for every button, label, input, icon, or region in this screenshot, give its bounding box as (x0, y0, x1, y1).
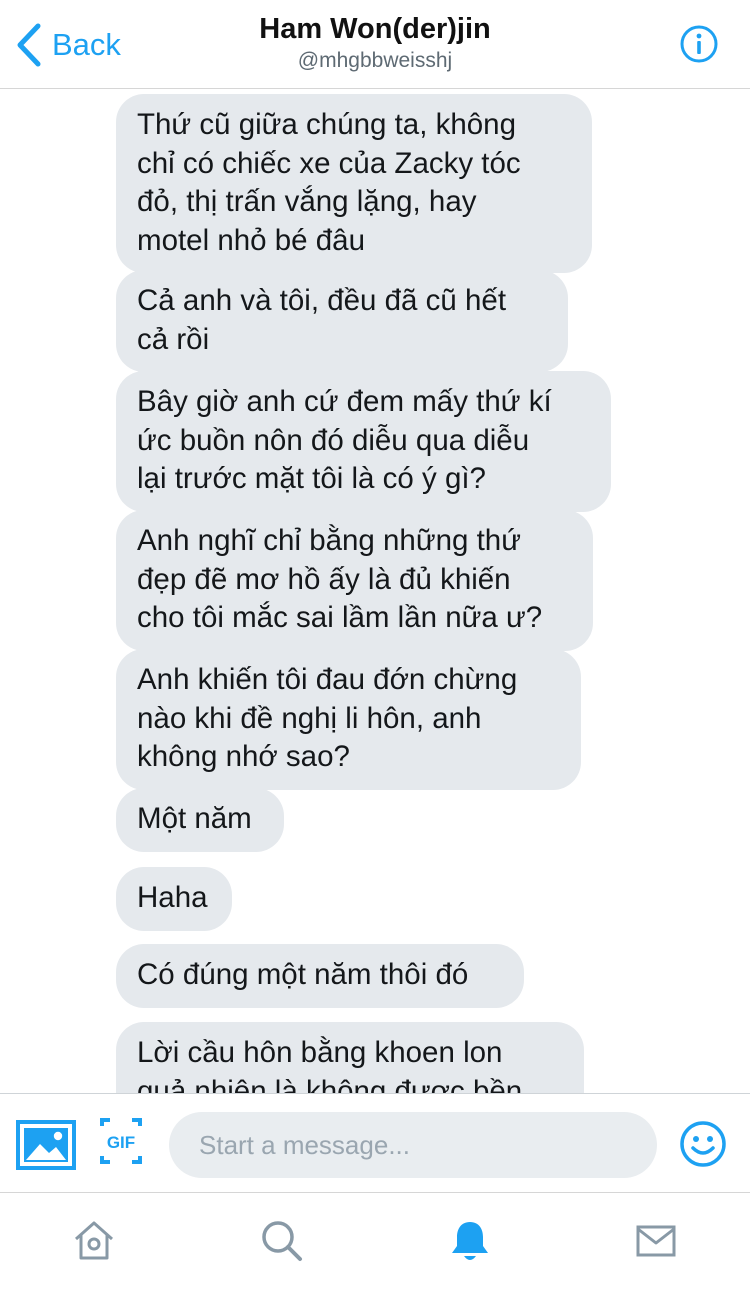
message-line: Có đúng một năm thôi đó (137, 958, 469, 991)
message-line: đỏ, thị trấn vắng lặng, hay (137, 185, 477, 218)
tab-messages[interactable] (626, 1211, 686, 1271)
message-line: Haha (137, 881, 208, 914)
message-bubble[interactable]: Có đúng một năm thôi đó (116, 944, 524, 1008)
chevron-left-icon (16, 23, 42, 67)
message-line: Anh nghĩ chỉ bằng những thứ (137, 524, 521, 557)
conversation-title: Ham Won(der)jin (259, 13, 491, 45)
message-line: ức buồn nôn đó diễu qua diễu (137, 423, 530, 457)
tab-notifications[interactable] (440, 1211, 500, 1271)
emoji-button[interactable] (680, 1121, 726, 1167)
message-line: Bây giờ anh cứ đem mấy thứ kí (137, 385, 552, 418)
search-icon (262, 1221, 302, 1261)
info-button[interactable] (680, 25, 718, 63)
tab-bar (0, 1193, 750, 1295)
message-bubble[interactable]: Cả anh và tôi, đều đã cũ hết cả rồi (116, 270, 568, 372)
message-line: motel nhỏ bé đâu (137, 223, 365, 257)
message-bubble[interactable]: Lời cầu hôn bằng khoen lon quả nhiên là … (116, 1022, 584, 1093)
message-line: Một năm (137, 802, 252, 835)
message-line: đẹp đẽ mơ hồ ấy là đủ khiến (137, 562, 511, 596)
conversation-handle: @mhgbbweisshj (297, 49, 453, 72)
message-bubble[interactable]: Thứ cũ giữa chúng ta, không chỉ có chiếc… (116, 94, 592, 273)
tab-home[interactable] (64, 1211, 124, 1271)
message-list[interactable]: Thứ cũ giữa chúng ta, không chỉ có chiếc… (0, 89, 750, 1093)
gif-button[interactable]: GIF (100, 1118, 142, 1164)
tab-search[interactable] (252, 1211, 312, 1271)
message-bubble[interactable]: Một năm (116, 788, 284, 852)
bell-icon (452, 1222, 488, 1260)
home-icon (75, 1221, 113, 1260)
back-label: Back (52, 27, 121, 62)
photo-button[interactable] (16, 1120, 76, 1170)
message-line: cho tôi mắc sai lầm lần nữa ư? (137, 601, 543, 634)
mail-icon (636, 1225, 676, 1257)
smiley-icon (680, 1121, 726, 1167)
gif-label: GIF (107, 1133, 135, 1152)
message-bubble[interactable]: Anh khiến tôi đau đớn chừng nào khi đề n… (116, 649, 581, 790)
message-line: Cả anh và tôi, đều đã cũ hết (137, 284, 507, 317)
message-bubble[interactable]: Bây giờ anh cứ đem mấy thứ kí ức buồn nô… (116, 371, 611, 512)
conversation-header: Back Ham Won(der)jin @mhgbbweisshj (0, 0, 750, 89)
message-line: nào khi đề nghị li hôn, anh (137, 701, 482, 735)
image-icon (16, 1120, 76, 1170)
message-line: chỉ có chiếc xe của Zacky tóc (137, 146, 521, 180)
info-icon (680, 25, 718, 63)
gif-icon: GIF (100, 1118, 142, 1164)
message-line: Thứ cũ giữa chúng ta, không (137, 108, 516, 141)
message-line: Lời cầu hôn bằng khoen lon (137, 1036, 503, 1069)
message-line: cả rồi (137, 322, 210, 356)
message-bubble[interactable]: Anh nghĩ chỉ bằng những thứ đẹp đẽ mơ hồ… (116, 510, 593, 651)
message-line: không nhớ sao? (137, 740, 350, 773)
back-button[interactable]: Back (16, 22, 121, 68)
title-block: Ham Won(der)jin @mhgbbweisshj (150, 10, 600, 74)
message-line: Anh khiến tôi đau đớn chừng (137, 663, 518, 696)
message-line: lại trước mặt tôi là có ý gì? (137, 462, 486, 495)
message-input[interactable] (169, 1112, 657, 1178)
message-line: quả nhiên là không được bền (137, 1074, 523, 1094)
message-composer: GIF (0, 1093, 750, 1193)
message-bubble[interactable]: Haha (116, 867, 232, 931)
